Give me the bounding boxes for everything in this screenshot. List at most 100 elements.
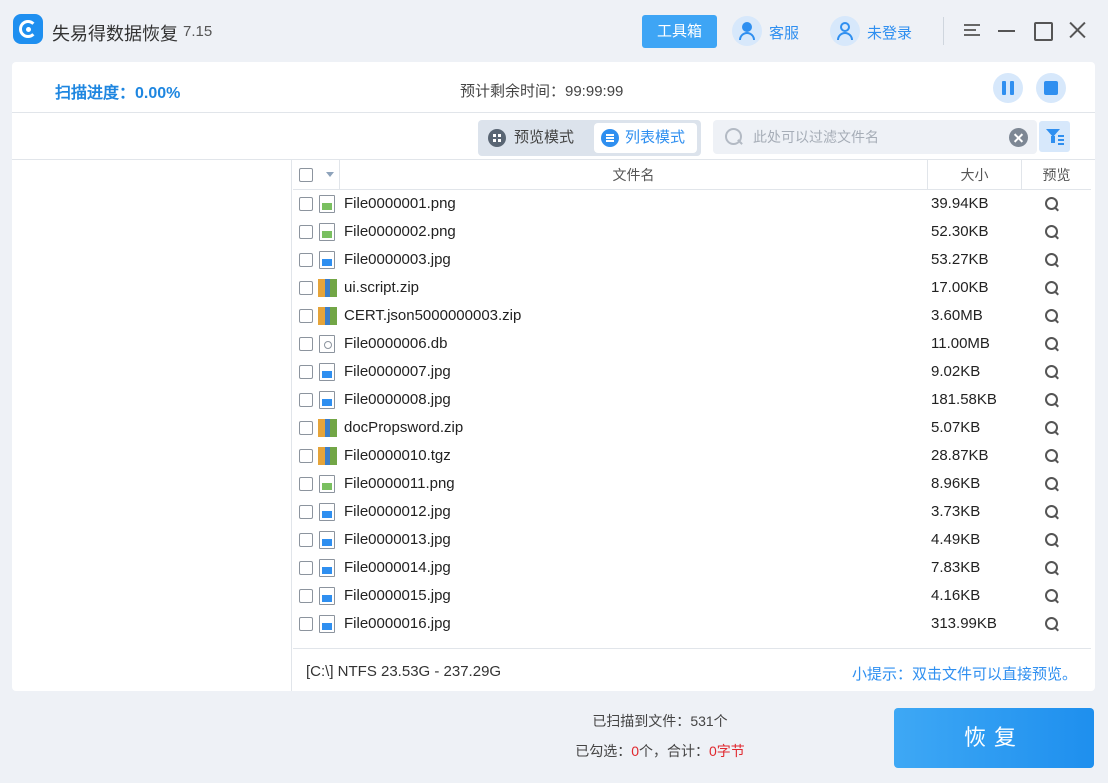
row-checkbox[interactable] [299,309,313,323]
table-row[interactable]: File0000012.jpg 3.73KB [293,498,1091,526]
table-row[interactable]: File0000016.jpg 313.99KB [293,610,1091,638]
row-checkbox[interactable] [299,337,313,351]
row-checkbox[interactable] [299,533,313,547]
column-header-name[interactable]: 文件名 [340,160,927,190]
row-checkbox[interactable] [299,281,313,295]
file-size: 313.99KB [931,615,997,632]
preview-magnifier-icon[interactable] [1045,533,1059,547]
file-size: 5.07KB [931,419,981,436]
minimize-icon[interactable] [997,20,1017,40]
row-checkbox[interactable] [299,477,313,491]
file-name: File0000002.png [344,223,456,240]
row-checkbox[interactable] [299,561,313,575]
login-link[interactable]: 未登录 [867,22,912,43]
jpg-file-icon [319,615,335,633]
row-checkbox[interactable] [299,197,313,211]
row-checkbox[interactable] [299,617,313,631]
maximize-icon[interactable] [1032,20,1053,41]
preview-magnifier-icon[interactable] [1045,477,1059,491]
file-name: File0000013.jpg [344,531,451,548]
column-header-size[interactable]: 大小 [928,160,1021,190]
table-row[interactable]: File0000015.jpg 4.16KB [293,582,1091,610]
jpg-file-icon [319,559,335,577]
scan-summary: 已扫描到文件：531个 已勾选：0个，合计：0字节 [480,712,840,772]
row-checkbox[interactable] [299,589,313,603]
selected-count: 0 [631,743,639,759]
customer-service-icon[interactable] [732,16,762,46]
directory-tree-panel[interactable] [12,160,292,691]
table-row[interactable]: File0000010.tgz 28.87KB [293,442,1091,470]
table-row[interactable]: ui.script.zip 17.00KB [293,274,1091,302]
table-row[interactable]: File0000014.jpg 7.83KB [293,554,1091,582]
remaining-time: 预计剩余时间：99:99:99 [460,83,624,100]
tip-text: 小提示：双击文件可以直接预览。 [851,666,1077,683]
file-name: File0000012.jpg [344,503,451,520]
file-table: 文件名 大小 预览 File0000001.png 39.94KB File0000… [293,160,1091,648]
list-mode-label: 列表模式 [625,129,686,146]
preview-magnifier-icon[interactable] [1045,589,1059,603]
status-bar: [C:\] NTFS 23.53G - 237.29G 小提示：双击文件可以直接… [293,648,1091,691]
file-size: 181.58KB [931,391,997,408]
recover-button[interactable]: 恢复 [894,708,1094,768]
row-checkbox[interactable] [299,449,313,463]
app-version: 7.15 [183,23,213,40]
preview-magnifier-icon[interactable] [1045,365,1059,379]
table-row[interactable]: docPropsword.zip 5.07KB [293,414,1091,442]
table-row[interactable]: File0000008.jpg 181.58KB [293,386,1091,414]
file-size: 52.30KB [931,223,989,240]
close-icon[interactable] [1067,20,1087,40]
table-header: 文件名 大小 预览 [293,160,1091,190]
list-mode-button[interactable]: 列表模式 [594,123,697,153]
file-name: File0000001.png [344,195,456,212]
row-checkbox[interactable] [299,225,313,239]
file-name: File0000010.tgz [344,447,451,464]
table-row[interactable]: File0000006.db 11.00MB [293,330,1091,358]
preview-magnifier-icon[interactable] [1045,281,1059,295]
row-checkbox[interactable] [299,393,313,407]
filter-input[interactable] [753,124,998,150]
table-row[interactable]: CERT.json5000000003.zip 3.60MB [293,302,1091,330]
table-row[interactable]: File0000011.png 8.96KB [293,470,1091,498]
preview-magnifier-icon[interactable] [1045,617,1059,631]
preview-magnifier-icon[interactable] [1045,309,1059,323]
selected-files-line: 已勾选：0个，合计：0字节 [575,743,745,759]
png-file-icon [319,223,335,241]
table-row[interactable]: File0000013.jpg 4.49KB [293,526,1091,554]
preview-magnifier-icon[interactable] [1045,225,1059,239]
table-row[interactable]: File0000002.png 52.30KB [293,218,1091,246]
preview-magnifier-icon[interactable] [1045,337,1059,351]
row-checkbox[interactable] [299,505,313,519]
list-icon [601,129,619,147]
chevron-down-icon[interactable] [326,172,334,177]
row-checkbox[interactable] [299,421,313,435]
title-bar: 失易得数据恢复 7.15 工具箱 客服 未登录 [0,0,1108,62]
pause-icon[interactable] [993,73,1023,103]
row-checkbox[interactable] [299,365,313,379]
preview-magnifier-icon[interactable] [1045,505,1059,519]
select-all-checkbox[interactable] [299,168,313,182]
preview-magnifier-icon[interactable] [1045,449,1059,463]
preview-magnifier-icon[interactable] [1045,197,1059,211]
zip-archive-icon [318,307,337,325]
toolbox-button[interactable]: 工具箱 [642,15,717,48]
table-row[interactable]: File0000001.png 39.94KB [293,190,1091,218]
preview-magnifier-icon[interactable] [1045,421,1059,435]
table-row[interactable]: File0000003.jpg 53.27KB [293,246,1091,274]
preview-magnifier-icon[interactable] [1045,253,1059,267]
preview-mode-button[interactable]: 预览模式 [486,123,588,153]
row-checkbox[interactable] [299,253,313,267]
preview-magnifier-icon[interactable] [1045,561,1059,575]
db-file-icon [319,335,335,353]
file-name: CERT.json5000000003.zip [344,307,522,324]
table-row[interactable]: File0000007.jpg 9.02KB [293,358,1091,386]
jpg-file-icon [319,503,335,521]
scan-progress: 扫描进度：0.00% [55,85,181,102]
file-name: File0000014.jpg [344,559,451,576]
menu-icon[interactable] [962,20,982,40]
clear-icon[interactable] [1009,128,1028,147]
filter-icon[interactable] [1039,121,1070,152]
customer-service-link[interactable]: 客服 [769,22,799,43]
preview-magnifier-icon[interactable] [1045,393,1059,407]
user-avatar-icon[interactable] [830,16,860,46]
stop-icon[interactable] [1036,73,1066,103]
